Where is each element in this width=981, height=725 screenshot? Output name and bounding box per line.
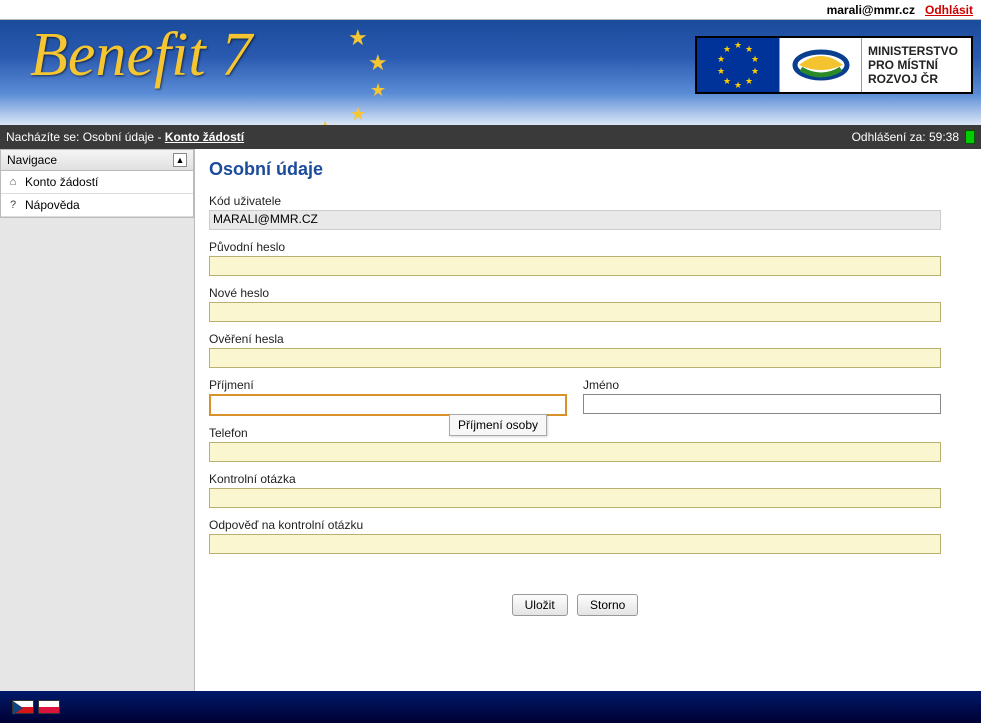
star-icon: ★ [348,25,368,51]
logout-link[interactable]: Odhlásit [925,3,973,17]
label-firstname: Jméno [583,378,941,392]
label-answer: Odpověď na kontrolní otázku [209,518,941,532]
usercode-value: MARALI@MMR.CZ [209,210,941,230]
label-phone: Telefon [209,426,941,440]
ministry-label: MINISTERSTVO PRO MÍSTNÍ ROZVOJ ČR [861,38,971,92]
collapse-icon[interactable]: ▲ [173,153,187,167]
session-timer: Odhlášení za: 59:38 [852,130,975,144]
help-icon: ? [7,199,19,211]
nav-list: ⌂ Konto žádostí ? Nápověda [0,171,194,218]
session-indicator-icon [965,130,975,144]
confirm-password-input[interactable] [209,348,941,368]
breadcrumb-bar: Nacházíte se: Osobní údaje - Konto žádos… [0,125,981,149]
user-email: marali@mmr.cz [827,3,915,17]
sidebar: Navigace ▲ ⌂ Konto žádostí ? Nápověda [0,149,195,691]
page-title: Osobní údaje [209,159,941,180]
firstname-input[interactable] [583,394,941,414]
nav-header: Navigace ▲ [0,149,194,171]
mmr-swirl-icon [779,38,861,92]
answer-input[interactable] [209,534,941,554]
nav-title: Navigace [7,153,57,167]
sidebar-item-label: Nápověda [25,198,80,212]
question-input[interactable] [209,488,941,508]
eu-flag-icon: ★ ★ ★ ★ ★ ★ ★ ★ ★ ★ [697,38,779,92]
sidebar-item-label: Konto žádostí [25,175,98,189]
header-banner: Benefit 7 ★ ★ ★ ★ ★ ★ ★ ★ ★ ★ ★ ★ ★ ★ ★ [0,20,981,125]
surname-tooltip: Příjmení osoby [449,414,547,436]
star-icon: ★ [318,117,332,125]
cancel-button[interactable]: Storno [577,594,638,616]
content: Osobní údaje Kód uživatele MARALI@MMR.CZ… [195,149,981,691]
brand-logo: Benefit 7 [30,20,252,91]
label-origpassword: Původní heslo [209,240,941,254]
top-bar: marali@mmr.cz Odhlásit [0,0,981,20]
button-bar: Uložit Storno [209,594,941,616]
save-button[interactable]: Uložit [512,594,568,616]
flag-cz-icon[interactable] [12,700,34,714]
sidebar-item-konto[interactable]: ⌂ Konto žádostí [1,171,193,194]
logo-panel: ★ ★ ★ ★ ★ ★ ★ ★ ★ ★ MINISTERSTVO PRO MÍS… [695,36,973,94]
orig-password-input[interactable] [209,256,941,276]
star-icon: ★ [368,50,388,76]
star-icon: ★ [350,104,366,125]
breadcrumb-link[interactable]: Konto žádostí [165,130,244,144]
flag-pl-icon[interactable] [38,700,60,714]
breadcrumb: Nacházíte se: Osobní údaje - Konto žádos… [6,130,244,144]
new-password-input[interactable] [209,302,941,322]
home-icon: ⌂ [7,176,19,188]
label-newpassword: Nové heslo [209,286,941,300]
star-icon: ★ [370,80,386,101]
sidebar-item-napoveda[interactable]: ? Nápověda [1,194,193,217]
phone-input[interactable] [209,442,941,462]
label-surname: Příjmení [209,378,567,392]
label-question: Kontrolní otázka [209,472,941,486]
label-usercode: Kód uživatele [209,194,941,208]
body: Navigace ▲ ⌂ Konto žádostí ? Nápověda Os… [0,149,981,691]
footer [0,691,981,723]
label-confirmpassword: Ověření hesla [209,332,941,346]
surname-input[interactable] [209,394,567,416]
